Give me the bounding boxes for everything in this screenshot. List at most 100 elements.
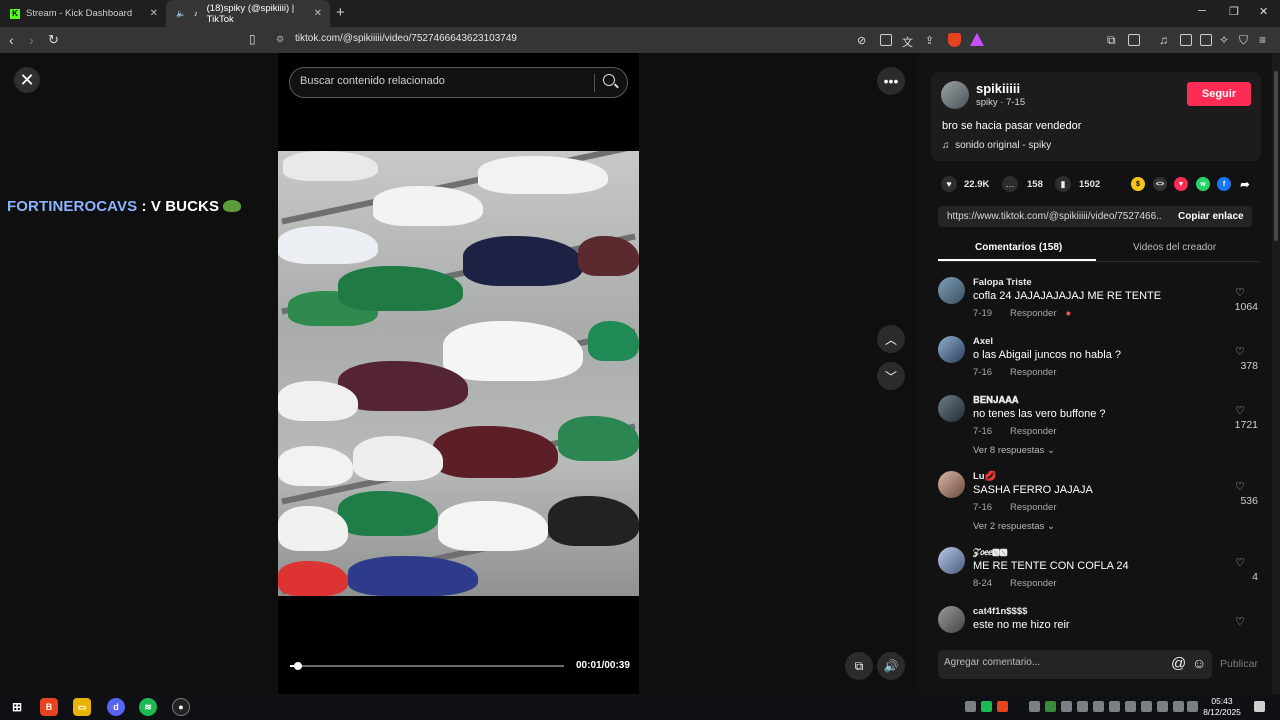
sidebar-icon[interactable] [1180, 34, 1192, 46]
new-tab-button[interactable]: + [336, 4, 345, 21]
reply-button[interactable]: Responder [1010, 502, 1056, 513]
author-avatar[interactable] [941, 81, 969, 109]
restore-button[interactable]: ❐ [1229, 5, 1239, 18]
previous-video-button[interactable]: ︿ [877, 325, 905, 353]
next-video-button[interactable]: ﹀ [877, 362, 905, 390]
share-icon[interactable]: ➦ [1238, 177, 1252, 191]
brave-shields-icon[interactable] [948, 33, 961, 47]
bookmark-icon[interactable]: ▯ [249, 32, 256, 46]
tray-icon[interactable] [965, 701, 976, 712]
tab-tiktok[interactable]: 🔈 ♪ (18)spiky (@spikiiii) | TikTok ✕ [166, 0, 330, 27]
comment-like-icon[interactable]: ♡ [1235, 286, 1245, 299]
mention-icon[interactable]: @ [1171, 655, 1186, 672]
cast-icon[interactable]: ⊘ [857, 34, 866, 47]
more-options-button[interactable]: ••• [877, 67, 905, 95]
reply-button[interactable]: Responder [1010, 308, 1056, 319]
comment-like-icon[interactable]: ♡ [1235, 404, 1245, 417]
commenter-avatar[interactable] [938, 471, 965, 498]
progress-bar[interactable] [290, 662, 564, 670]
commenter-avatar[interactable] [938, 606, 965, 633]
tray-icon[interactable] [1109, 701, 1120, 712]
tray-nvidia-icon[interactable] [1045, 701, 1056, 712]
related-search-bar[interactable] [289, 67, 628, 98]
commenter-name[interactable]: cat4f1n$$$$ [973, 606, 1027, 617]
tray-icon[interactable] [1061, 701, 1072, 712]
tray-spotify-icon[interactable] [981, 701, 992, 712]
emoji-icon[interactable]: ☺ [1192, 655, 1206, 671]
vpn-icon[interactable]: ⛉ [1239, 33, 1248, 48]
copy-link-button[interactable]: Copiar enlace [1178, 211, 1244, 222]
commenter-name[interactable]: Lu💋 [973, 471, 996, 482]
comment-like-icon[interactable]: ♡ [1235, 556, 1245, 569]
tray-mic-icon[interactable] [1157, 701, 1168, 712]
tray-brave-icon[interactable] [997, 701, 1008, 712]
commenter-name[interactable]: Falopa Triste [973, 277, 1032, 288]
brave-rewards-icon[interactable] [970, 33, 984, 46]
tab-comments[interactable]: Comentarios (158) [975, 242, 1062, 253]
obs-app-icon[interactable]: ● [172, 698, 190, 716]
close-tab-icon[interactable]: ✕ [314, 8, 322, 19]
send-icon[interactable]: ▼ [1174, 177, 1188, 191]
volume-button[interactable]: 🔊 [877, 652, 905, 680]
close-window-button[interactable]: ✕ [1259, 5, 1268, 18]
notifications-icon[interactable] [1254, 701, 1265, 712]
reader-icon[interactable] [1128, 34, 1140, 46]
brave-app-icon[interactable]: B [40, 698, 58, 716]
embed-icon[interactable]: <> [1153, 177, 1167, 191]
coin-icon[interactable]: $ [1131, 177, 1145, 191]
whatsapp-icon[interactable]: w [1196, 177, 1210, 191]
close-video-button[interactable]: ✕ [14, 67, 40, 93]
reply-button[interactable]: Responder [1010, 367, 1056, 378]
reload-icon[interactable]: ↻ [48, 32, 59, 48]
url-text[interactable]: tiktok.com/@spikiiiii/video/752746664362… [295, 33, 517, 44]
commenter-avatar[interactable] [938, 336, 965, 363]
menu-icon[interactable]: ≡ [1259, 33, 1266, 47]
share-page-icon[interactable]: ⇪ [925, 34, 934, 47]
search-icon[interactable] [603, 74, 615, 86]
forward-icon[interactable]: › [29, 32, 34, 48]
file-explorer-icon[interactable]: ▭ [73, 698, 91, 716]
view-replies-button[interactable]: Ver 8 respuestas ⌄ [973, 445, 1055, 456]
tray-icon[interactable] [1125, 701, 1136, 712]
wallet-icon[interactable] [1200, 34, 1212, 46]
tray-icon[interactable] [1077, 701, 1088, 712]
page-scrollbar[interactable] [1272, 53, 1280, 694]
reply-button[interactable]: Responder [1010, 578, 1056, 589]
muted-icon[interactable]: 🔈 [176, 9, 186, 18]
minimize-button[interactable]: ─ [1198, 5, 1206, 17]
view-replies-button[interactable]: Ver 2 respuestas ⌄ [973, 521, 1055, 532]
commenter-name[interactable]: 𝒵𝑜𝑒𝑒🆇🆇 [973, 547, 1007, 558]
commenter-avatar[interactable] [938, 547, 965, 574]
follow-button[interactable]: Seguir [1187, 82, 1251, 106]
tray-icon[interactable] [1141, 701, 1152, 712]
comment-input[interactable] [944, 657, 1159, 668]
facebook-icon[interactable]: f [1217, 177, 1231, 191]
commenter-avatar[interactable] [938, 395, 965, 422]
progress-knob[interactable] [294, 662, 303, 670]
comment-like-icon[interactable]: ♡ [1235, 345, 1245, 358]
comment-icon[interactable]: … [1002, 176, 1018, 192]
commenter-name[interactable]: Axel [973, 336, 993, 347]
tab-creator-videos[interactable]: Videos del creador [1133, 242, 1216, 253]
close-tab-icon[interactable]: ✕ [150, 8, 158, 19]
tab-kick-dashboard[interactable]: K Stream - Kick Dashboard ✕ [0, 0, 166, 27]
site-info-icon[interactable]: ⚙ [276, 34, 284, 45]
reply-button[interactable]: Responder [1010, 426, 1056, 437]
scrollbar-thumb[interactable] [1274, 71, 1278, 241]
bookmark-icon[interactable]: ▮ [1055, 176, 1071, 192]
comment-like-icon[interactable]: ♡ [1235, 615, 1245, 628]
video-player[interactable] [278, 151, 639, 596]
author-username[interactable]: spikiiiii [976, 81, 1020, 96]
floating-player-button[interactable]: ⧉ [845, 652, 873, 680]
discord-app-icon[interactable]: d [107, 698, 125, 716]
commenter-name[interactable]: 𝐁𝐄𝐍𝐉𝐀𝐀𝐀 [973, 395, 1018, 406]
leo-ai-icon[interactable]: ✧ [1219, 33, 1229, 47]
sound-link[interactable]: ♫ sonido original - spiky [942, 140, 1051, 151]
tray-network-icon[interactable] [1173, 701, 1184, 712]
tray-discord-icon[interactable] [1029, 701, 1040, 712]
spotify-app-icon[interactable]: ≋ [139, 698, 157, 716]
comment-like-icon[interactable]: ♡ [1235, 480, 1245, 493]
search-input[interactable] [300, 75, 580, 87]
translate-icon[interactable]: 文 [902, 34, 913, 50]
heart-icon[interactable]: ♥ [941, 176, 957, 192]
